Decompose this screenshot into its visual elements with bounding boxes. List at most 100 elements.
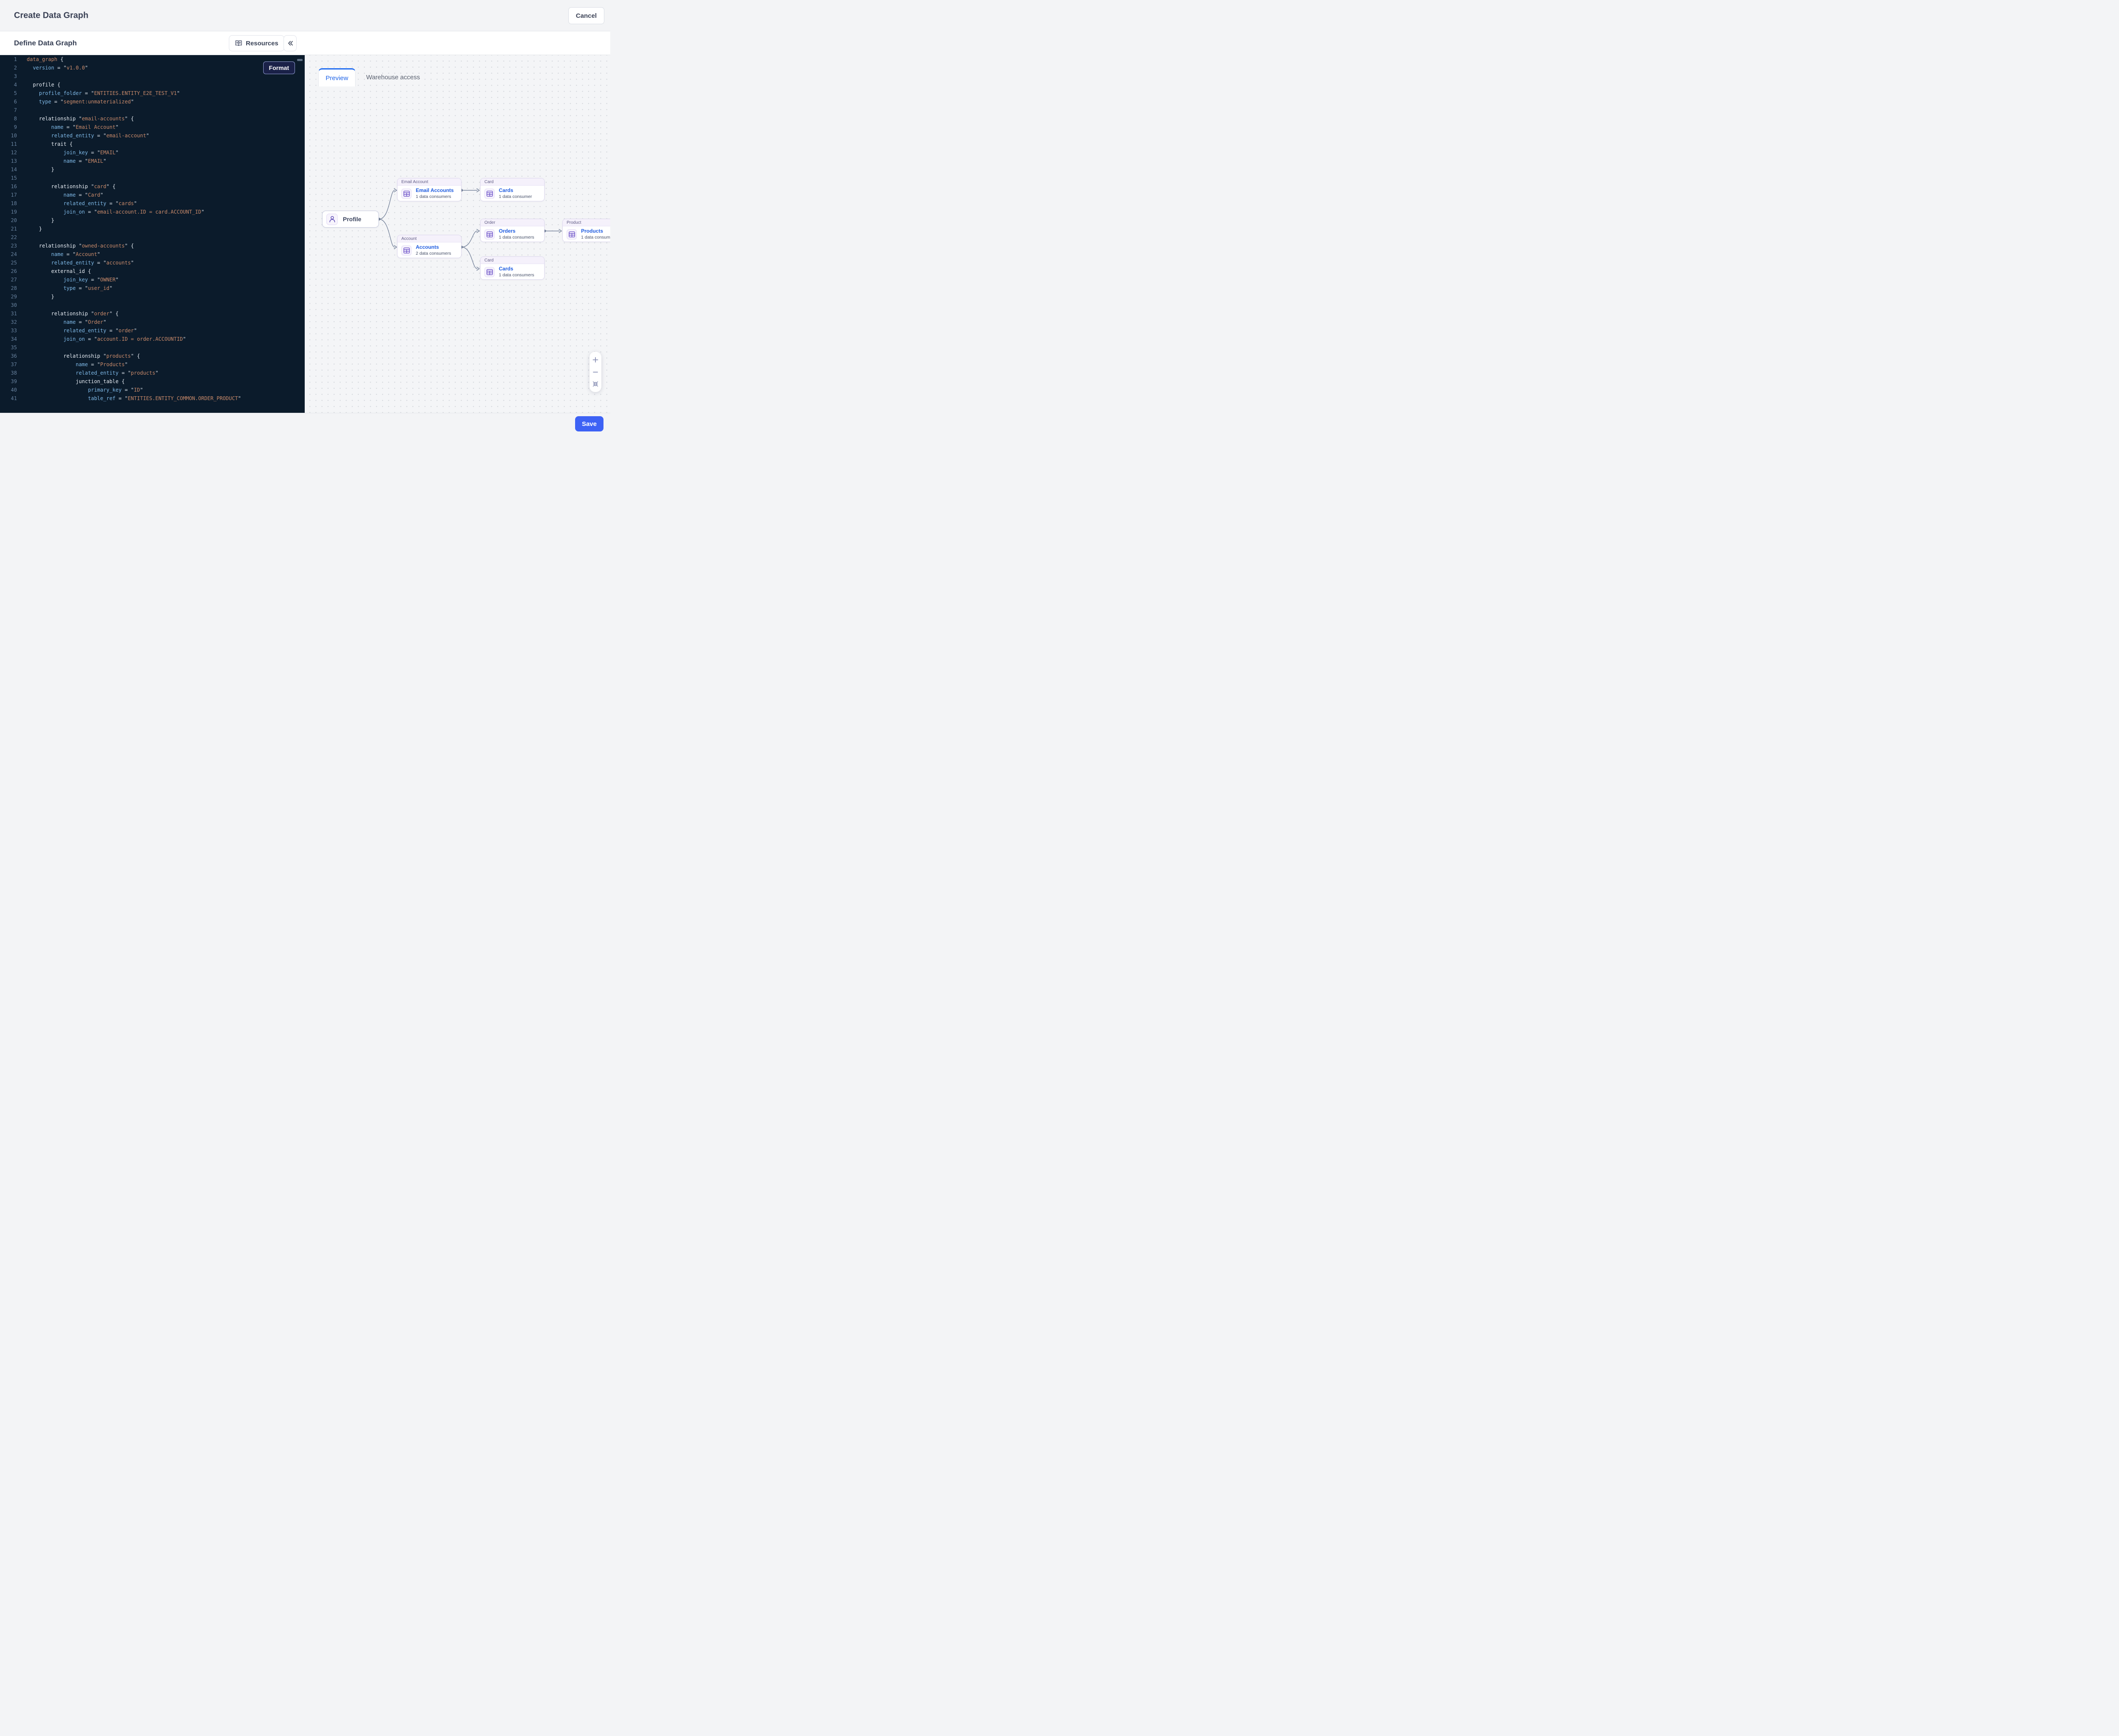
code-line[interactable]: 6 type = "segment:unmaterialized" (0, 97, 305, 106)
code-line[interactable]: 28 type = "user_id" (0, 284, 305, 292)
code-line[interactable]: 12 join_key = "EMAIL" (0, 148, 305, 157)
entity-name-link[interactable]: Email Accounts (416, 188, 454, 193)
code-editor[interactable]: 1data_graph {2 version = "v1.0.0"34 prof… (0, 55, 305, 413)
resources-button[interactable]: Resources (229, 35, 284, 51)
code-line[interactable]: 36 relationship "products" { (0, 352, 305, 360)
line-number: 7 (0, 106, 17, 114)
line-number: 18 (0, 199, 17, 208)
code-line[interactable]: 16 relationship "card" { (0, 182, 305, 191)
editor-scrollbar-thumb[interactable] (297, 59, 303, 61)
entity-consumers-count: 1 data consumer (581, 235, 610, 240)
code-line[interactable]: 33 related_entity = "order" (0, 326, 305, 335)
code-line-text: } (27, 165, 54, 174)
panel-header-row: Define Data Graph Resources Preview Ware… (0, 31, 610, 55)
code-line[interactable]: 41 table_ref = "ENTITIES.ENTITY_COMMON.O… (0, 394, 305, 403)
code-line[interactable]: 40 primary_key = "ID" (0, 386, 305, 394)
code-line[interactable]: 34 join_on = "account.ID = order.ACCOUNT… (0, 335, 305, 343)
cancel-button[interactable]: Cancel (568, 7, 604, 24)
entity-name-link[interactable]: Products (581, 228, 610, 234)
code-line[interactable]: 14 } (0, 165, 305, 174)
entity-group-email-accounts[interactable]: Email Account Email Accounts1 data consu… (397, 178, 462, 201)
code-line[interactable]: 19 join_on = "email-account.ID = card.AC… (0, 208, 305, 216)
code-line-text: } (27, 292, 54, 301)
code-line-text: name = "EMAIL" (27, 157, 106, 165)
entity-name-link[interactable]: Orders (499, 228, 534, 234)
code-line[interactable]: 10 related_entity = "email-account" (0, 131, 305, 140)
entity-group-products[interactable]: Product Products1 data consumer (562, 219, 610, 242)
code-line[interactable]: 31 relationship "order" { (0, 309, 305, 318)
code-line[interactable]: 22 (0, 233, 305, 242)
code-line[interactable]: 17 name = "Card" (0, 191, 305, 199)
book-icon (235, 40, 242, 47)
line-number: 38 (0, 369, 17, 377)
code-line[interactable]: 38 related_entity = "products" (0, 369, 305, 377)
canvas-zoom-controls (590, 352, 601, 392)
page-title: Create Data Graph (14, 11, 89, 20)
format-button[interactable]: Format (263, 61, 295, 74)
graph-canvas[interactable]: Profile Email Account Email Accounts1 da… (305, 55, 610, 413)
edge-accounts-orders (462, 231, 477, 247)
code-line[interactable]: 15 (0, 174, 305, 182)
line-number: 31 (0, 309, 17, 318)
zoom-in-button[interactable] (591, 356, 600, 364)
code-line[interactable]: 11 trait { (0, 140, 305, 148)
line-number: 16 (0, 182, 17, 191)
code-line[interactable]: 4 profile { (0, 81, 305, 89)
code-line[interactable]: 23 relationship "owned-accounts" { (0, 242, 305, 250)
code-line-text: join_key = "EMAIL" (27, 148, 119, 157)
line-number: 25 (0, 259, 17, 267)
entity-group-cards[interactable]: Card Cards1 data consumer (480, 178, 545, 201)
entity-group-cards[interactable]: Card Cards1 data consumers (480, 256, 545, 280)
code-line[interactable]: 20 } (0, 216, 305, 225)
fit-view-button[interactable] (591, 380, 600, 388)
entity-card: Accounts2 data consumers (398, 242, 461, 258)
line-number: 4 (0, 81, 17, 89)
save-button[interactable]: Save (575, 416, 603, 431)
entity-group-header: Account (398, 235, 461, 242)
code-line[interactable]: 5 profile_folder = "ENTITIES.ENTITY_E2E_… (0, 89, 305, 97)
code-line[interactable]: 13 name = "EMAIL" (0, 157, 305, 165)
collapse-panel-button[interactable] (284, 35, 297, 51)
line-number: 17 (0, 191, 17, 199)
code-line[interactable]: 26 external_id { (0, 267, 305, 275)
code-line[interactable]: 9 name = "Email Account" (0, 123, 305, 131)
entity-group-header: Product (563, 219, 610, 226)
code-line[interactable]: 1data_graph { (0, 55, 305, 64)
line-number: 35 (0, 343, 17, 352)
code-line[interactable]: 21 } (0, 225, 305, 233)
edge-accounts-cards (462, 247, 477, 269)
profile-node[interactable]: Profile (322, 211, 379, 228)
code-line[interactable]: 37 name = "Products" (0, 360, 305, 369)
arrowhead-icon (477, 189, 479, 192)
code-line[interactable]: 27 join_key = "OWNER" (0, 275, 305, 284)
code-line[interactable]: 24 name = "Account" (0, 250, 305, 259)
line-number: 22 (0, 233, 17, 242)
entity-group-orders[interactable]: Order Orders1 data consumers (480, 219, 545, 242)
code-line[interactable]: 35 (0, 343, 305, 352)
code-line[interactable]: 18 related_entity = "cards" (0, 199, 305, 208)
arrowhead-icon (559, 229, 562, 233)
code-line[interactable]: 7 (0, 106, 305, 114)
tab-preview[interactable]: Preview (318, 68, 356, 86)
line-number: 19 (0, 208, 17, 216)
code-line-text: table_ref = "ENTITIES.ENTITY_COMMON.ORDE… (27, 394, 241, 403)
line-number: 5 (0, 89, 17, 97)
code-line[interactable]: 29 } (0, 292, 305, 301)
code-line[interactable]: 3 (0, 72, 305, 81)
code-line[interactable]: 39 junction_table { (0, 377, 305, 386)
code-line[interactable]: 8 relationship "email-accounts" { (0, 114, 305, 123)
code-line[interactable]: 25 related_entity = "accounts" (0, 259, 305, 267)
line-number: 21 (0, 225, 17, 233)
zoom-out-button[interactable] (591, 368, 600, 376)
code-line[interactable]: 32 name = "Order" (0, 318, 305, 326)
code-line[interactable]: 30 (0, 301, 305, 309)
entity-group-accounts[interactable]: Account Accounts2 data consumers (397, 235, 462, 258)
entity-name-link[interactable]: Cards (499, 188, 532, 193)
table-icon (401, 245, 412, 256)
entity-name-link[interactable]: Cards (499, 266, 534, 272)
minus-icon (592, 369, 598, 375)
table-icon (567, 229, 577, 239)
tab-warehouse-access[interactable]: Warehouse access (358, 68, 428, 86)
entity-name-link[interactable]: Accounts (416, 245, 451, 250)
code-line[interactable]: 2 version = "v1.0.0" (0, 64, 305, 72)
